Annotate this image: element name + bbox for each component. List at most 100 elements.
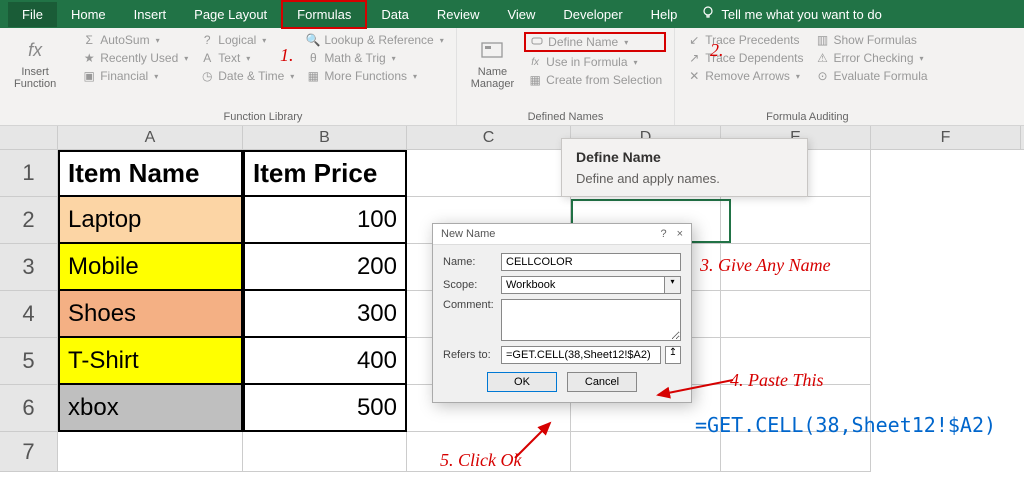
trace-dependents-icon: ↗: [687, 51, 701, 65]
scope-label: Scope:: [443, 279, 495, 291]
error-checking-button[interactable]: ⚠Error Checking▾: [812, 50, 932, 66]
remove-arrows-button[interactable]: ✕Remove Arrows▾: [683, 68, 807, 84]
recently-used-button[interactable]: ★Recently Used▾: [78, 50, 192, 66]
text-icon: A: [200, 51, 214, 65]
col-header-c[interactable]: C: [407, 126, 571, 149]
row-header-1[interactable]: 1: [0, 150, 58, 197]
annotation-4: 4. Paste This: [730, 370, 824, 391]
chevron-down-icon[interactable]: ▾: [664, 277, 680, 293]
column-headers: A B C D E F: [0, 126, 1024, 150]
menu-developer[interactable]: Developer: [549, 2, 636, 27]
cell-d7[interactable]: [571, 432, 721, 472]
cell-a6[interactable]: xbox: [58, 385, 243, 432]
date-time-button[interactable]: ◷Date & Time▾: [196, 68, 298, 84]
clock-icon: ◷: [200, 69, 214, 83]
menu-insert[interactable]: Insert: [120, 2, 181, 27]
cell-b2[interactable]: 100: [243, 197, 407, 244]
row-header-6[interactable]: 6: [0, 385, 58, 432]
row-header-3[interactable]: 3: [0, 244, 58, 291]
dialog-help-button[interactable]: ?: [660, 228, 666, 240]
use-in-formula-button[interactable]: fxUse in Formula▾: [524, 54, 666, 70]
menu-view[interactable]: View: [493, 2, 549, 27]
annotation-2: 2.: [710, 40, 724, 61]
dialog-title-bar[interactable]: New Name ? ×: [433, 224, 691, 245]
name-input[interactable]: [501, 253, 681, 271]
cell-a2[interactable]: Laptop: [58, 197, 243, 244]
menu-bar: File Home Insert Page Layout Formulas Da…: [0, 0, 1024, 28]
autosum-button[interactable]: ΣAutoSum▾: [78, 32, 192, 48]
more-functions-button[interactable]: ▦More Functions▾: [302, 68, 447, 84]
comment-textarea[interactable]: [501, 299, 681, 341]
function-library-group-label: Function Library: [78, 109, 448, 123]
sigma-icon: Σ: [82, 33, 96, 47]
financial-button[interactable]: ▣Financial▾: [78, 68, 192, 84]
more-icon: ▦: [306, 69, 320, 83]
cell-b4[interactable]: 300: [243, 291, 407, 338]
annotation-5: 5. Click Ok: [440, 450, 521, 471]
trace-dependents-button[interactable]: ↗Trace Dependents: [683, 50, 807, 66]
tooltip-body: Define and apply names.: [576, 171, 793, 186]
math-trig-button[interactable]: θMath & Trig▾: [302, 50, 447, 66]
annotation-formula: =GET.CELL(38,Sheet12!$A2): [695, 413, 996, 437]
dialog-close-button[interactable]: ×: [677, 228, 683, 240]
col-header-a[interactable]: A: [58, 126, 243, 149]
trace-precedents-button[interactable]: ↙Trace Precedents: [683, 32, 807, 48]
create-from-selection-button[interactable]: ▦Create from Selection: [524, 72, 666, 88]
ribbon: fx Insert Function ΣAutoSum▾ ★Recently U…: [0, 28, 1024, 126]
cell-a7[interactable]: [58, 432, 243, 472]
ok-button[interactable]: OK: [487, 372, 557, 392]
menu-data[interactable]: Data: [367, 2, 422, 27]
cell-a5[interactable]: T-Shirt: [58, 338, 243, 385]
row-header-5[interactable]: 5: [0, 338, 58, 385]
cell-a4[interactable]: Shoes: [58, 291, 243, 338]
tell-me-search[interactable]: Tell me what you want to do: [701, 6, 881, 23]
tell-me-text: Tell me what you want to do: [721, 7, 881, 22]
menu-help[interactable]: Help: [637, 2, 692, 27]
arrow-4-to-refers: [648, 375, 738, 415]
define-name-button[interactable]: Define Name▾: [524, 32, 666, 52]
cell-b3[interactable]: 200: [243, 244, 407, 291]
col-header-b[interactable]: B: [243, 126, 407, 149]
cancel-button[interactable]: Cancel: [567, 372, 637, 392]
trace-precedents-icon: ↙: [687, 33, 701, 47]
col-header-f[interactable]: F: [871, 126, 1021, 149]
annotation-3: 3. Give Any Name: [700, 255, 831, 276]
question-icon: ?: [200, 33, 214, 47]
fx-small-icon: fx: [528, 55, 542, 69]
cell-b7[interactable]: [243, 432, 407, 472]
refers-to-input[interactable]: [501, 346, 661, 364]
menu-home[interactable]: Home: [57, 2, 120, 27]
range-picker-icon[interactable]: ↥: [665, 346, 681, 364]
cell-b5[interactable]: 400: [243, 338, 407, 385]
menu-page-layout[interactable]: Page Layout: [180, 2, 281, 27]
cell-c1[interactable]: [407, 150, 571, 197]
cell-e7[interactable]: [721, 432, 871, 472]
name-label: Name:: [443, 256, 495, 268]
tooltip-title: Define Name: [576, 149, 793, 165]
menu-review[interactable]: Review: [423, 2, 494, 27]
cell-a1[interactable]: Item Name: [58, 150, 243, 197]
row-header-7[interactable]: 7: [0, 432, 58, 472]
define-name-tooltip: Define Name Define and apply names.: [561, 138, 808, 197]
scope-select[interactable]: Workbook ▾: [501, 276, 681, 294]
cell-e4[interactable]: [721, 291, 871, 338]
menu-file[interactable]: File: [8, 2, 57, 27]
cell-b6[interactable]: 500: [243, 385, 407, 432]
insert-function-button[interactable]: fx Insert Function: [8, 32, 62, 123]
menu-formulas[interactable]: Formulas: [281, 0, 367, 29]
cell-b1[interactable]: Item Price: [243, 150, 407, 197]
cell-a3[interactable]: Mobile: [58, 244, 243, 291]
evaluate-formula-button[interactable]: ⊙Evaluate Formula: [812, 68, 932, 84]
name-manager-button[interactable]: Name Manager: [465, 32, 520, 109]
cell-e2[interactable]: [721, 197, 871, 244]
lookup-icon: 🔍: [306, 33, 320, 47]
row-header-2[interactable]: 2: [0, 197, 58, 244]
lookup-reference-button[interactable]: 🔍Lookup & Reference▾: [302, 32, 447, 48]
formula-auditing-group-label: Formula Auditing: [683, 109, 931, 123]
tag-icon: [530, 35, 544, 49]
refers-to-label: Refers to:: [443, 349, 495, 361]
star-icon: ★: [82, 51, 96, 65]
show-formulas-button[interactable]: ▥Show Formulas: [812, 32, 932, 48]
name-manager-icon: [478, 36, 506, 64]
row-header-4[interactable]: 4: [0, 291, 58, 338]
